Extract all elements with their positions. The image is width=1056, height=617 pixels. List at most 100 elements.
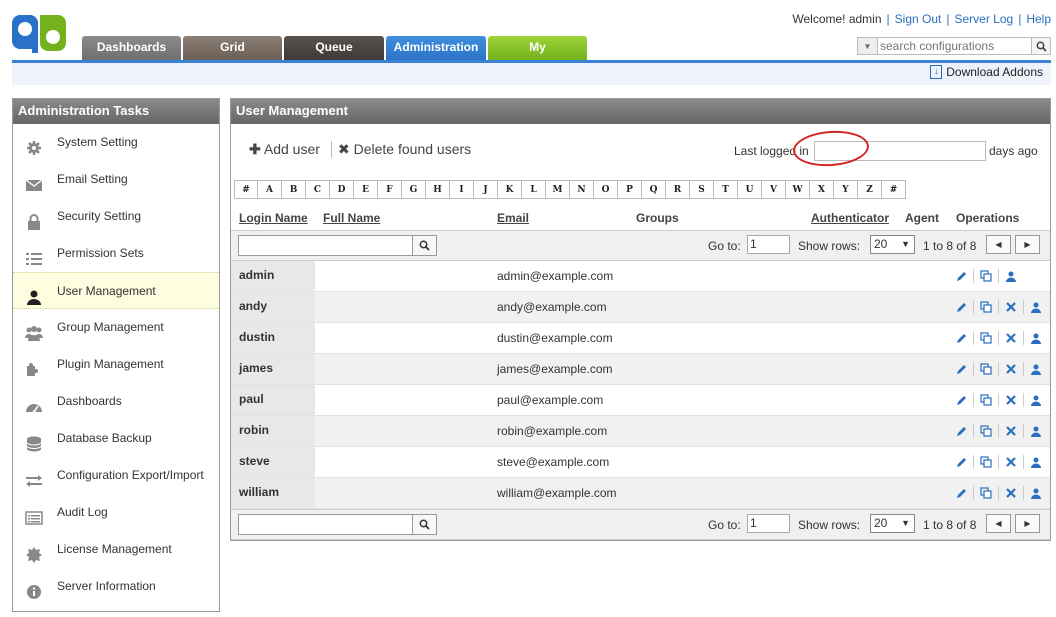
edit-icon[interactable] [955, 425, 967, 437]
alpha-filter-letter[interactable]: C [306, 180, 330, 199]
alpha-filter-letter[interactable]: X [810, 180, 834, 199]
col-login-name[interactable]: Login Name [239, 211, 308, 225]
alpha-filter-letter[interactable]: L [522, 180, 546, 199]
alpha-filter-letter[interactable]: Y [834, 180, 858, 199]
sidebar-item-server-information[interactable]: Server Information [13, 568, 219, 605]
alpha-filter-letter[interactable]: N [570, 180, 594, 199]
goto-page-input[interactable]: 1 [747, 235, 790, 254]
search-icon[interactable] [413, 235, 437, 256]
alpha-filter-letter[interactable]: P [618, 180, 642, 199]
alpha-filter-letter[interactable]: I [450, 180, 474, 199]
delete-user-icon[interactable] [1005, 487, 1017, 499]
login-name-cell[interactable]: paul [231, 385, 315, 415]
next-page-button[interactable]: ▶ [1015, 235, 1040, 254]
edit-icon[interactable] [955, 270, 967, 282]
rows-per-page-select[interactable]: 20 ▼ [870, 235, 915, 254]
user-profile-icon[interactable] [1030, 394, 1042, 406]
alpha-filter-letter[interactable]: E [354, 180, 378, 199]
alpha-filter-letter[interactable]: H [426, 180, 450, 199]
add-user-button[interactable]: ✚ Add user [249, 141, 320, 158]
user-profile-icon[interactable] [1030, 363, 1042, 375]
edit-icon[interactable] [955, 332, 967, 344]
alpha-filter-letter[interactable]: W [786, 180, 810, 199]
delete-user-icon[interactable] [1005, 425, 1017, 437]
filter-input[interactable] [238, 514, 413, 535]
edit-icon[interactable] [955, 394, 967, 406]
login-name-cell[interactable]: robin [231, 416, 315, 446]
edit-icon[interactable] [955, 487, 967, 499]
delete-user-icon[interactable] [1005, 363, 1017, 375]
col-full-name[interactable]: Full Name [323, 211, 380, 225]
goto-page-input[interactable]: 1 [747, 514, 790, 533]
next-page-button[interactable]: ▶ [1015, 514, 1040, 533]
copy-icon[interactable] [980, 301, 992, 313]
sidebar-item-database-backup[interactable]: Database Backup [13, 420, 219, 457]
edit-icon[interactable] [955, 301, 967, 313]
alpha-filter-letter[interactable]: O [594, 180, 618, 199]
sidebar-item-email-setting[interactable]: Email Setting [13, 161, 219, 198]
copy-icon[interactable] [980, 425, 992, 437]
prev-page-button[interactable]: ◀ [986, 514, 1011, 533]
user-profile-icon[interactable] [1030, 301, 1042, 313]
login-name-cell[interactable]: dustin [231, 323, 315, 353]
user-profile-icon[interactable] [1005, 270, 1017, 282]
login-name-cell[interactable]: admin [231, 261, 315, 291]
edit-icon[interactable] [955, 363, 967, 375]
delete-user-icon[interactable] [1005, 456, 1017, 468]
alpha-filter-letter[interactable]: F [378, 180, 402, 199]
alpha-filter-letter[interactable]: V [762, 180, 786, 199]
help-link[interactable]: Help [1026, 12, 1051, 26]
alpha-filter-letter[interactable]: K [498, 180, 522, 199]
sidebar-item-security-setting[interactable]: Security Setting [13, 198, 219, 235]
copy-icon[interactable] [980, 270, 992, 282]
sidebar-item-plugin-management[interactable]: Plugin Management [13, 346, 219, 383]
delete-user-icon[interactable] [1005, 332, 1017, 344]
login-name-cell[interactable]: andy [231, 292, 315, 322]
alpha-filter-letter[interactable]: A [258, 180, 282, 199]
search-icon[interactable] [413, 514, 437, 535]
copy-icon[interactable] [980, 363, 992, 375]
sidebar-item-audit-log[interactable]: Audit Log [13, 494, 219, 531]
delete-user-icon[interactable] [1005, 394, 1017, 406]
delete-user-icon[interactable] [1005, 301, 1017, 313]
login-name-cell[interactable]: steve [231, 447, 315, 477]
alpha-filter-letter[interactable]: T [714, 180, 738, 199]
col-authenticator[interactable]: Authenticator [811, 211, 889, 225]
alpha-filter-letter[interactable]: B [282, 180, 306, 199]
sidebar-item-dashboards[interactable]: Dashboards [13, 383, 219, 420]
filter-input[interactable] [238, 235, 413, 256]
download-addons-button[interactable]: ↓ Download Addons [930, 65, 1043, 79]
delete-found-users-button[interactable]: ✖ Delete found users [338, 141, 471, 158]
alpha-filter-letter[interactable]: R [666, 180, 690, 199]
tab-grid[interactable]: Grid [183, 36, 282, 60]
sidebar-item-group-management[interactable]: Group Management [13, 309, 219, 346]
tab-administration[interactable]: Administration [386, 36, 486, 60]
search-icon[interactable] [1032, 37, 1051, 55]
rows-per-page-select[interactable]: 20 ▼ [870, 514, 915, 533]
sidebar-item-config-export-import[interactable]: Configuration Export/Import [13, 457, 219, 494]
alpha-filter-letter[interactable]: U [738, 180, 762, 199]
copy-icon[interactable] [980, 332, 992, 344]
login-name-cell[interactable]: william [231, 478, 315, 508]
alpha-filter-letter[interactable]: Z [858, 180, 882, 199]
edit-icon[interactable] [955, 456, 967, 468]
sidebar-item-user-management[interactable]: User Management [13, 272, 219, 309]
sidebar-item-permission-sets[interactable]: Permission Sets [13, 235, 219, 272]
tab-my[interactable]: My [488, 36, 587, 60]
user-profile-icon[interactable] [1030, 332, 1042, 344]
copy-icon[interactable] [980, 394, 992, 406]
prev-page-button[interactable]: ◀ [986, 235, 1011, 254]
alpha-filter-letter[interactable]: D [330, 180, 354, 199]
sign-out-link[interactable]: Sign Out [895, 12, 942, 26]
sidebar-item-system-setting[interactable]: System Setting [13, 124, 219, 161]
search-dropdown-icon[interactable]: ▼ [857, 37, 877, 55]
search-input[interactable] [877, 37, 1032, 55]
copy-icon[interactable] [980, 487, 992, 499]
tab-queue[interactable]: Queue [284, 36, 384, 60]
tab-dashboards[interactable]: Dashboards [82, 36, 181, 60]
alpha-filter-letter[interactable]: J [474, 180, 498, 199]
alpha-filter-letter[interactable]: S [690, 180, 714, 199]
user-profile-icon[interactable] [1030, 425, 1042, 437]
alpha-filter-letter[interactable]: # [882, 180, 906, 199]
alpha-filter-letter[interactable]: M [546, 180, 570, 199]
